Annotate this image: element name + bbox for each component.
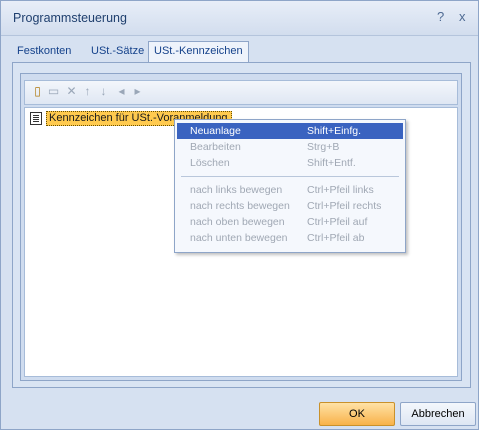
menu-item-move-down[interactable]: nach unten bewegen Ctrl+Pfeil ab [177, 230, 403, 246]
document-icon [30, 112, 42, 125]
tab-ust-kennzeichen[interactable]: USt.-Kennzeichen [148, 41, 249, 62]
menu-item-shortcut: Strg+B [307, 141, 340, 153]
menu-item-shortcut: Ctrl+Pfeil auf [307, 216, 368, 228]
cancel-button[interactable]: Abbrechen [400, 402, 476, 426]
dialog-window: Programmsteuerung ? x Festkonten USt.-Sä… [0, 0, 479, 430]
menu-separator [181, 176, 399, 177]
tab-festkonten[interactable]: Festkonten [17, 45, 71, 57]
menu-item-label: Neuanlage [190, 125, 241, 137]
context-menu: Neuanlage Shift+Einfg. Bearbeiten Strg+B… [174, 119, 406, 253]
menu-item-label: nach links bewegen [190, 184, 283, 196]
menu-item-shortcut: Ctrl+Pfeil links [307, 184, 374, 196]
menu-item-label: Löschen [190, 157, 230, 169]
arrow-down-icon[interactable]: ↓ [97, 85, 110, 98]
menu-item-move-left[interactable]: nach links bewegen Ctrl+Pfeil links [177, 182, 403, 198]
edit-icon[interactable]: ▭ [47, 85, 60, 98]
toolbar: ▯ ▭ ✕ ↑ ↓ ◂ ▸ [24, 80, 458, 105]
arrow-left-icon[interactable]: ◂ [115, 85, 128, 98]
menu-item-shortcut: Shift+Einfg. [307, 125, 361, 137]
menu-item-label: nach rechts bewegen [190, 200, 290, 212]
delete-icon[interactable]: ✕ [65, 85, 78, 98]
menu-item-shortcut: Ctrl+Pfeil rechts [307, 200, 382, 212]
window-title: Programmsteuerung [13, 11, 127, 25]
arrow-right-icon[interactable]: ▸ [131, 85, 144, 98]
tab-strip: Festkonten USt.-Sätze USt.-Kennzeichen [11, 41, 471, 63]
menu-item-move-right[interactable]: nach rechts bewegen Ctrl+Pfeil rechts [177, 198, 403, 214]
menu-item-shortcut: Ctrl+Pfeil ab [307, 232, 365, 244]
menu-item-label: nach unten bewegen [190, 232, 288, 244]
title-bar: Programmsteuerung ? x [1, 1, 478, 36]
menu-item-neuanlage[interactable]: Neuanlage Shift+Einfg. [177, 123, 403, 139]
menu-item-shortcut: Shift+Entf. [307, 157, 356, 169]
arrow-up-icon[interactable]: ↑ [81, 85, 94, 98]
menu-item-loeschen[interactable]: Löschen Shift+Entf. [177, 155, 403, 171]
new-icon[interactable]: ▯ [31, 85, 44, 98]
menu-item-move-up[interactable]: nach oben bewegen Ctrl+Pfeil auf [177, 214, 403, 230]
tab-ust-saetze[interactable]: USt.-Sätze [91, 45, 144, 57]
close-button[interactable]: x [459, 9, 466, 24]
menu-item-label: nach oben bewegen [190, 216, 285, 228]
help-button[interactable]: ? [437, 9, 444, 24]
ok-button[interactable]: OK [319, 402, 395, 426]
menu-item-bearbeiten[interactable]: Bearbeiten Strg+B [177, 139, 403, 155]
menu-item-label: Bearbeiten [190, 141, 241, 153]
